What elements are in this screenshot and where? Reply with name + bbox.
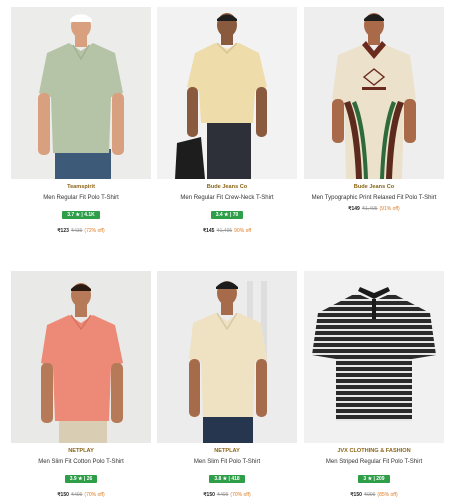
sale-price: ₹149	[348, 206, 360, 212]
original-price: ₹999	[363, 492, 376, 498]
product-title[interactable]: Men Typographic Print Relaxed Fit Polo T…	[304, 194, 444, 203]
product-title[interactable]: Men Striped Regular Fit Polo T-Shirt	[304, 458, 444, 467]
sale-price: ₹150	[350, 492, 362, 498]
price-line: ₹150 ₹499 (70% off)	[157, 491, 297, 499]
rating-badge: 3.4 ★ | 70	[210, 211, 244, 219]
product-grid: Teamspirit Men Regular Fit Polo T-Shirt …	[0, 0, 451, 500]
product-image[interactable]	[11, 7, 151, 179]
price-line: ₹149 ₹1,495 (91% off)	[304, 205, 444, 213]
price-line: ₹150 ₹499 (70% off)	[11, 491, 151, 499]
brand-name: NETPLAY	[68, 448, 94, 454]
original-price: ₹439	[70, 228, 83, 234]
brand-name: Bude Jeans Co	[206, 184, 248, 190]
price-line: ₹150 ₹999 (85% off)	[304, 491, 444, 499]
rating-badge: 3 ★ | 209	[358, 475, 390, 483]
price-line: ₹145 ₹1,495 90% off	[157, 227, 297, 235]
product-image[interactable]	[157, 271, 297, 443]
sale-price: ₹123	[57, 228, 69, 234]
discount-label: (91% off)	[379, 206, 400, 212]
sale-price: ₹150	[57, 492, 69, 498]
price-line: ₹123 ₹439 (72% off)	[11, 227, 151, 235]
discount-label: (72% off)	[84, 228, 105, 234]
product-info: JVX CLOTHING & FASHION Men Striped Regul…	[304, 447, 444, 499]
discount-label: (70% off)	[230, 492, 251, 498]
product-title[interactable]: Men Regular Fit Crew-Neck T-Shirt	[157, 194, 297, 203]
product-title[interactable]: Men Slim Fit Cotton Polo T-Shirt	[11, 458, 151, 467]
brand-name: Teamspirit	[67, 184, 95, 190]
original-price: ₹499	[216, 492, 229, 498]
brand-name: NETPLAY	[214, 448, 240, 454]
product-photo	[11, 271, 151, 443]
brand-name: Bude Jeans Co	[353, 184, 395, 190]
sale-price: ₹150	[203, 492, 215, 498]
product-info: Teamspirit Men Regular Fit Polo T-Shirt …	[11, 183, 151, 235]
product-image[interactable]	[11, 271, 151, 443]
product-info: Bude Jeans Co Men Regular Fit Crew-Neck …	[157, 183, 297, 235]
product-image[interactable]	[304, 271, 444, 443]
product-info: NETPLAY Men Slim Fit Cotton Polo T-Shirt…	[11, 447, 151, 499]
original-price: ₹499	[70, 492, 83, 498]
product-photo	[157, 7, 297, 179]
rating-badge: 3.9 ★ | 26	[64, 475, 98, 483]
discount-label: 90% off	[234, 228, 252, 234]
original-price: ₹1,495	[361, 206, 378, 212]
product-info: Bude Jeans Co Men Typographic Print Rela…	[304, 183, 444, 213]
product-photo	[11, 7, 151, 179]
product-title[interactable]: Men Regular Fit Polo T-Shirt	[11, 194, 151, 203]
discount-label: (85% off)	[377, 492, 398, 498]
product-photo	[157, 271, 297, 443]
rating-badge: 3.7 ★ | 4.1K	[62, 211, 100, 219]
original-price: ₹1,495	[216, 228, 233, 234]
product-photo	[304, 7, 444, 179]
discount-label: (70% off)	[84, 492, 105, 498]
product-title[interactable]: Men Slim Fit Polo T-Shirt	[157, 458, 297, 467]
product-photo	[304, 271, 444, 443]
rating-badge: 3.8 ★ | 418	[209, 475, 245, 483]
product-image[interactable]	[304, 7, 444, 179]
product-info: NETPLAY Men Slim Fit Polo T-Shirt 3.8 ★ …	[157, 447, 297, 499]
sale-price: ₹145	[202, 228, 215, 234]
brand-name: JVX CLOTHING & FASHION	[337, 448, 411, 454]
product-image[interactable]	[157, 7, 297, 179]
